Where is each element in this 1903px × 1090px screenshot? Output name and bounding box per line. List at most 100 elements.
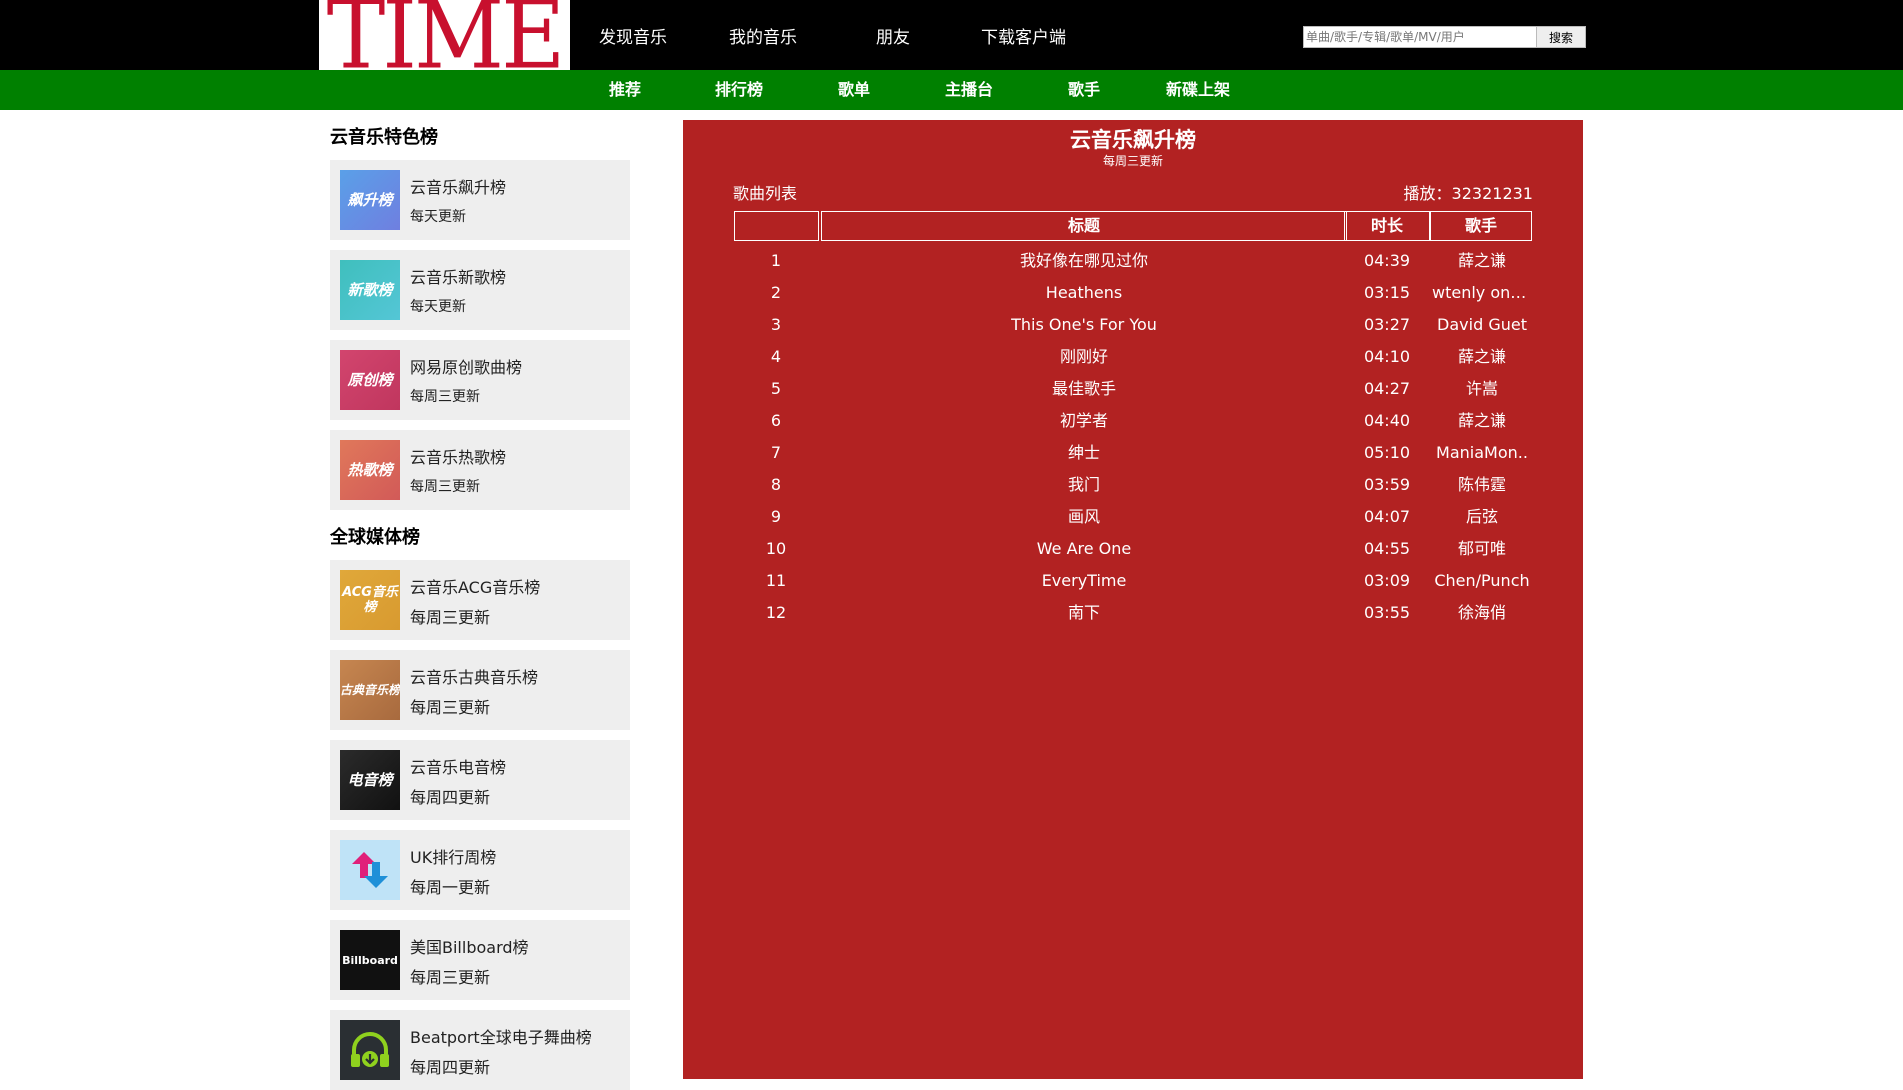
chart-card-acg[interactable]: ACG音乐榜 云音乐ACG音乐榜 每周三更新: [330, 560, 630, 640]
subnav-dj-radio[interactable]: 主播台: [945, 70, 993, 110]
search-button[interactable]: 搜索: [1537, 26, 1586, 48]
chart-thumb-label: 原创榜: [347, 370, 393, 389]
chart-card-classical[interactable]: 古典音乐榜 云音乐古典音乐榜 每周三更新: [330, 650, 630, 730]
song-title[interactable]: 初学者: [822, 405, 1346, 437]
song-artist[interactable]: 薛之谦: [1432, 341, 1532, 373]
original-chart-icon: 原创榜: [340, 350, 400, 410]
chart-name: 云音乐新歌榜: [410, 268, 507, 287]
chart-card-hot-songs[interactable]: 热歌榜 云音乐热歌榜 每周三更新: [330, 430, 630, 510]
chart-update-schedule: 每天更新: [410, 299, 466, 315]
song-artist[interactable]: Chen/Punch: [1432, 565, 1532, 597]
song-artist[interactable]: 郁可唯: [1432, 533, 1532, 565]
nav-discover-music[interactable]: 发现音乐: [599, 0, 667, 70]
song-duration: 03:09: [1363, 571, 1411, 590]
song-artist[interactable]: 后弦: [1432, 501, 1532, 533]
song-row[interactable]: 3 This One's For You 03:27 David Guet: [683, 309, 1583, 341]
song-row[interactable]: 10 We Are One 04:55 郁可唯: [683, 533, 1583, 565]
chart-update-schedule: 每周三更新: [410, 389, 480, 405]
chart-card-beatport[interactable]: Beatport全球电子舞曲榜 每周四更新: [330, 1010, 630, 1090]
nav-friends[interactable]: 朋友: [876, 0, 910, 70]
song-title[interactable]: 我好像在哪见过你: [822, 245, 1346, 277]
chart-name: 云音乐ACG音乐榜: [410, 578, 541, 597]
chart-card-original[interactable]: 原创榜 网易原创歌曲榜 每周三更新: [330, 340, 630, 420]
chart-card-new-songs[interactable]: 新歌榜 云音乐新歌榜 每天更新: [330, 250, 630, 330]
song-title[interactable]: 刚刚好: [822, 341, 1346, 373]
classical-chart-icon: 古典音乐榜: [340, 660, 400, 720]
chart-update-schedule: 每周四更新: [410, 788, 491, 807]
song-artist[interactable]: wtenly one...: [1432, 277, 1532, 309]
song-index: 1: [770, 251, 782, 270]
song-title[interactable]: This One's For You: [822, 309, 1346, 341]
song-list-label: 歌曲列表: [733, 184, 798, 203]
chart-card-uk[interactable]: UK排行周榜 每周一更新: [330, 830, 630, 910]
chart-card-electronic[interactable]: 电音榜 云音乐电音榜 每周四更新: [330, 740, 630, 820]
nav-discover-music-link[interactable]: 发现音乐: [599, 23, 667, 48]
song-row[interactable]: 5 最佳歌手 04:27 许嵩: [683, 373, 1583, 405]
chart-name: 美国Billboard榜: [410, 938, 529, 957]
song-duration: 03:55: [1363, 603, 1411, 622]
song-artist[interactable]: David Guet: [1432, 309, 1532, 341]
chart-update-schedule: 每周一更新: [410, 878, 491, 897]
song-duration: 04:39: [1363, 251, 1411, 270]
electronic-chart-icon: 电音榜: [340, 750, 400, 810]
song-artist[interactable]: 许嵩: [1432, 373, 1532, 405]
site-logo[interactable]: TIME: [319, 0, 570, 70]
song-title[interactable]: 南下: [822, 597, 1346, 629]
song-row[interactable]: 9 画风 04:07 后弦: [683, 501, 1583, 533]
chart-thumb-label: 古典音乐榜: [340, 682, 400, 697]
song-artist[interactable]: ManiaMon..: [1432, 437, 1532, 469]
subnav-artists[interactable]: 歌手: [1068, 70, 1100, 110]
song-row[interactable]: 7 绅士 05:10 ManiaMon..: [683, 437, 1583, 469]
chart-card-soaring[interactable]: 飙升榜 云音乐飙升榜 每天更新: [330, 160, 630, 240]
subnav-new-albums[interactable]: 新碟上架: [1166, 70, 1230, 110]
song-index: 5: [770, 379, 782, 398]
subnav-charts[interactable]: 排行榜: [715, 70, 763, 110]
nav-download-client[interactable]: 下载客户端: [981, 0, 1066, 70]
song-index: 7: [770, 443, 782, 462]
chart-thumb-label: ACG音乐榜: [342, 585, 398, 615]
song-title[interactable]: 最佳歌手: [822, 373, 1346, 405]
song-row[interactable]: 6 初学者 04:40 薛之谦: [683, 405, 1583, 437]
chart-name: 网易原创歌曲榜: [410, 358, 523, 377]
chart-update-schedule: 每周四更新: [410, 1058, 491, 1077]
beatport-headphones-icon: [340, 1020, 400, 1080]
song-artist[interactable]: 薛之谦: [1432, 405, 1532, 437]
search-input[interactable]: [1303, 26, 1537, 48]
song-title[interactable]: EveryTime: [822, 565, 1346, 597]
song-row[interactable]: 11 EveryTime 03:09 Chen/Punch: [683, 565, 1583, 597]
play-count: 播放：32321231: [1403, 184, 1533, 203]
song-row[interactable]: 1 我好像在哪见过你 04:39 薛之谦: [683, 245, 1583, 277]
song-duration: 03:27: [1363, 315, 1411, 334]
song-row[interactable]: 12 南下 03:55 徐海俏: [683, 597, 1583, 629]
uk-arrows-svg: [352, 852, 388, 888]
subnav-recommend[interactable]: 推荐: [609, 70, 641, 110]
song-row[interactable]: 4 刚刚好 04:10 薛之谦: [683, 341, 1583, 373]
song-artist[interactable]: 徐海俏: [1432, 597, 1532, 629]
chart-card-billboard[interactable]: Billboard 美国Billboard榜 每周三更新: [330, 920, 630, 1000]
nav-friends-link[interactable]: 朋友: [876, 23, 910, 48]
song-artist[interactable]: 陈伟霆: [1432, 469, 1532, 501]
song-title[interactable]: Heathens: [822, 277, 1346, 309]
song-title[interactable]: 我门: [822, 469, 1346, 501]
song-row[interactable]: 2 Heathens 03:15 wtenly one...: [683, 277, 1583, 309]
top-navigation-bar: TIME 发现音乐 我的音乐 朋友 下载客户端 搜索: [0, 0, 1903, 70]
chart-name: 云音乐电音榜: [410, 758, 507, 777]
song-duration: 04:27: [1363, 379, 1411, 398]
nav-my-music[interactable]: 我的音乐: [729, 0, 797, 70]
song-duration: 04:10: [1363, 347, 1411, 366]
song-artist[interactable]: 薛之谦: [1432, 245, 1532, 277]
song-title[interactable]: We Are One: [822, 533, 1346, 565]
nav-my-music-link[interactable]: 我的音乐: [729, 23, 797, 48]
song-index: 12: [765, 603, 787, 622]
nav-download-client-link[interactable]: 下载客户端: [981, 23, 1066, 48]
song-index: 6: [770, 411, 782, 430]
subnav-playlists[interactable]: 歌单: [838, 70, 870, 110]
new-songs-chart-icon: 新歌榜: [340, 260, 400, 320]
song-row[interactable]: 8 我门 03:59 陈伟霆: [683, 469, 1583, 501]
song-title[interactable]: 画风: [822, 501, 1346, 533]
song-title[interactable]: 绅士: [822, 437, 1346, 469]
header-artist: 歌手: [1430, 211, 1532, 241]
headphones-svg: [351, 1032, 389, 1067]
chart-name: UK排行周榜: [410, 848, 497, 867]
header-index: [734, 211, 819, 241]
